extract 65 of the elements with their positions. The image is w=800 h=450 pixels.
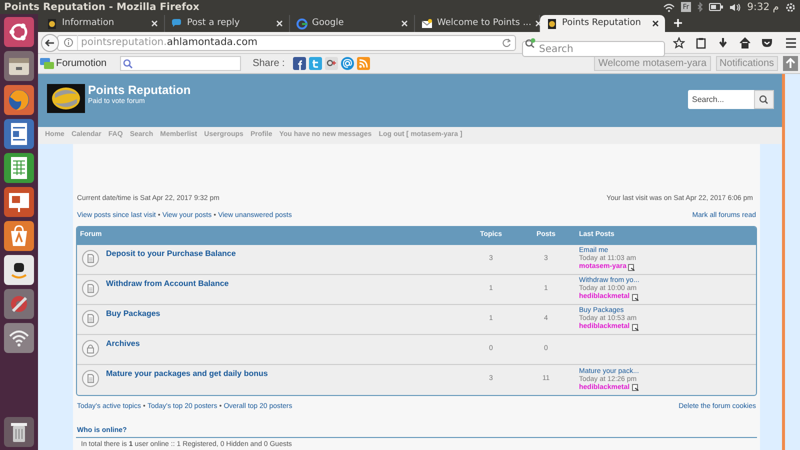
volume-icon[interactable] — [729, 2, 742, 12]
tab-label: Google — [312, 16, 345, 30]
tab-label: Post a reply — [187, 16, 241, 30]
battery-icon[interactable] — [709, 3, 724, 11]
go-to-post-icon[interactable] — [632, 384, 639, 391]
logo — [47, 84, 85, 113]
document-icon — [82, 370, 99, 386]
firefox-icon[interactable] — [4, 85, 34, 115]
forum-link[interactable]: Mature your packages and get daily bonus — [106, 368, 268, 380]
download-icon[interactable] — [717, 36, 729, 48]
back-button[interactable] — [41, 34, 59, 52]
search-button[interactable] — [754, 90, 774, 109]
trash-icon[interactable] — [4, 417, 34, 447]
wifi-icon[interactable] — [662, 2, 675, 12]
search-field[interactable]: Search — [522, 41, 665, 57]
scroll-up-button[interactable] — [783, 56, 798, 71]
document-icon[interactable] — [4, 119, 34, 149]
chat-bubbles-icon[interactable] — [40, 58, 54, 70]
email-icon[interactable] — [340, 57, 354, 70]
presentation-icon[interactable] — [4, 187, 34, 217]
clock[interactable]: م 9:32 — [747, 0, 779, 14]
share-icon[interactable] — [324, 57, 338, 70]
forum-link[interactable]: Archives — [106, 338, 140, 350]
power-icon[interactable] — [785, 2, 796, 12]
clipboard-icon[interactable] — [695, 36, 707, 48]
reload-icon[interactable] — [502, 38, 511, 47]
favicon-icon — [421, 18, 433, 30]
wifi-icon[interactable] — [4, 323, 34, 353]
document-icon — [82, 250, 99, 266]
favicon-icon — [546, 18, 558, 30]
new-tab-icon[interactable] — [673, 18, 683, 28]
pocket-icon[interactable] — [761, 36, 773, 48]
bluetooth-icon[interactable] — [697, 2, 704, 12]
document-icon — [82, 280, 99, 296]
favicon-icon — [46, 18, 58, 30]
home-icon[interactable] — [739, 36, 751, 48]
go-to-post-icon[interactable] — [632, 324, 639, 330]
document-icon — [82, 310, 99, 326]
share-label: Share : — [252, 57, 285, 71]
forum-link[interactable]: Deposit to your Purchase Balance — [106, 248, 236, 260]
forum-link[interactable]: Withdraw from Account Balance — [106, 278, 229, 290]
window-title: Points Reputation - Mozilla Firefox — [4, 0, 200, 14]
lock-icon — [82, 340, 99, 356]
go-to-post-icon[interactable] — [628, 264, 636, 270]
tab-label: Points Reputation — [562, 16, 642, 30]
spreadsheet-icon[interactable] — [4, 153, 34, 183]
tab-label: Welcome to Points ... — [437, 16, 532, 30]
browser-tab[interactable]: Points Reputation — [540, 15, 665, 32]
share-icon[interactable] — [292, 57, 306, 70]
search-icon — [122, 58, 133, 68]
star-icon[interactable] — [673, 36, 685, 48]
favicon-icon — [296, 18, 308, 30]
search-field[interactable]: Search... — [688, 90, 754, 109]
go-to-post-icon[interactable] — [632, 294, 639, 300]
shopping-bag-icon[interactable] — [4, 221, 34, 251]
files-icon[interactable] — [4, 51, 34, 81]
menu-icon[interactable] — [785, 36, 797, 48]
brand-link[interactable]: Forumotion — [56, 56, 107, 71]
close-icon[interactable] — [652, 20, 659, 27]
info-icon[interactable] — [64, 38, 73, 47]
search-field[interactable] — [120, 56, 241, 71]
ubuntu-logo-icon[interactable] — [4, 17, 34, 47]
favicon-icon — [171, 18, 183, 30]
tab-label: Information — [62, 16, 116, 30]
forum-link[interactable]: Buy Packages — [106, 308, 160, 320]
